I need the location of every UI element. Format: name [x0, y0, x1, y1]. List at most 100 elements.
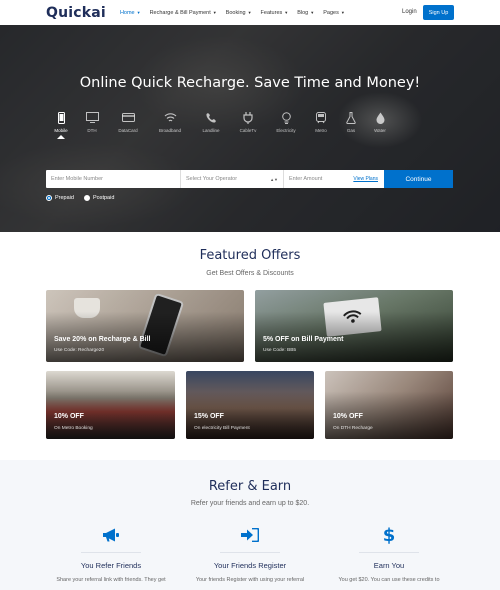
login-link[interactable]: Login: [402, 9, 417, 15]
tab-metro-label: Metro: [315, 128, 327, 133]
logo[interactable]: Quickai: [46, 5, 106, 21]
refer-step-title: Earn You: [373, 561, 405, 570]
prepaid-radio[interactable]: Prepaid: [46, 195, 74, 201]
offer-title: 10% OFF: [333, 413, 363, 420]
featured-offers-subtitle: Get Best Offers & Discounts: [206, 270, 294, 277]
refer-step-desc: Share your referral link with friends. T…: [56, 577, 166, 583]
tab-broadband-label: Broadband: [158, 128, 182, 133]
nav-recharge[interactable]: Recharge & Bill Payment ▼: [150, 10, 217, 16]
nav-booking[interactable]: Booking ▼: [226, 10, 252, 16]
tab-dth-label: DTH: [87, 128, 97, 133]
chevron-down-icon: ▼: [340, 10, 345, 15]
postpaid-radio[interactable]: Postpaid: [83, 195, 115, 201]
radio-unchecked-icon: [83, 195, 90, 201]
flask-icon: [344, 111, 358, 124]
tab-datacard-label: DataCard: [118, 128, 138, 133]
top-navbar: Quickai Home ▼ Recharge & Bill Payment ▼ B…: [0, 0, 500, 25]
offer-subtitle: Use Code: BB5: [263, 348, 297, 353]
radio-checked-icon: [46, 195, 52, 201]
postpaid-label: Postpaid: [92, 195, 115, 201]
chevron-down-icon: ▼: [310, 10, 315, 15]
chevron-down-icon: ▲▼: [270, 176, 278, 182]
tab-landline[interactable]: Landline: [196, 111, 226, 133]
nav-pages-label: Pages: [323, 9, 339, 16]
nav-pages[interactable]: Pages ▼: [323, 10, 345, 16]
refer-step-3: $ Earn You You get $20. You can use thes…: [324, 525, 454, 584]
refer-subtitle: Refer your friends and earn up to $20.: [190, 500, 310, 507]
service-tabs: Mobile DTH DataCard Broadband Landline C…: [46, 111, 396, 139]
refer-earn-section: Refer & Earn Refer your friends and earn…: [0, 460, 500, 590]
tab-broadband[interactable]: Broadband: [155, 111, 185, 133]
plan-type-radios: Prepaid Postpaid: [46, 195, 114, 201]
divider: [359, 552, 419, 553]
offer-card-metro[interactable]: 10% OFF On Metro Booking: [46, 371, 175, 439]
tv-icon: [85, 111, 99, 124]
continue-button[interactable]: Continue: [384, 170, 453, 188]
signup-button[interactable]: Sign Up: [423, 5, 454, 20]
refer-title: Refer & Earn: [208, 479, 292, 494]
main-menu: Home ▼ Recharge & Bill Payment ▼ Booking ▼ …: [120, 10, 354, 16]
tab-electricity-label: Electricity: [276, 128, 296, 133]
lightbulb-icon: [279, 111, 293, 124]
nav-booking-label: Booking: [225, 9, 246, 16]
view-plans-link[interactable]: View Plans: [353, 176, 378, 182]
bullhorn-icon: [102, 526, 120, 544]
chevron-down-icon: ▼: [247, 10, 252, 15]
nav-home-label: Home: [119, 9, 135, 16]
tab-gas[interactable]: Gas: [336, 111, 366, 133]
tab-cabletv-label: CableTv: [239, 128, 257, 133]
offer-title: 15% OFF: [194, 413, 224, 420]
prepaid-label: Prepaid: [55, 195, 74, 201]
phone-icon: [204, 111, 218, 124]
offer-card-bill-payment[interactable]: 5% OFF on Bill Payment Use Code: BB5: [255, 290, 453, 362]
offer-subtitle: On Metro Booking: [54, 426, 93, 431]
refer-step-desc: You get $20. You can use these credits t…: [338, 577, 440, 583]
plug-icon: [241, 111, 255, 124]
chevron-down-icon: ▼: [136, 10, 141, 15]
offer-title: 5% OFF on Bill Payment: [263, 336, 344, 343]
featured-offers-title: Featured Offers: [199, 248, 301, 263]
sign-in-icon: [241, 526, 259, 544]
offer-title: 10% OFF: [54, 413, 84, 420]
tab-water-label: Water: [374, 128, 386, 133]
tab-landline-label: Landline: [202, 128, 220, 133]
operator-placeholder: Select Your Operator: [186, 176, 238, 182]
offer-subtitle: Use Code: Recharge20: [54, 348, 105, 353]
nav-home[interactable]: Home ▼: [120, 10, 141, 16]
nav-features-label: Features: [260, 9, 283, 16]
amount-input[interactable]: Enter Amount View Plans: [284, 170, 384, 188]
tab-mobile-label: Mobile: [54, 128, 68, 133]
tab-cabletv[interactable]: CableTv: [233, 111, 263, 133]
mobile-icon: [54, 111, 68, 124]
wifi-icon: [163, 111, 177, 124]
refer-step-title: You Refer Friends: [80, 561, 142, 570]
hero-section: Online Quick Recharge. Save Time and Mon…: [0, 25, 500, 232]
amount-placeholder: Enter Amount: [289, 176, 323, 182]
tab-metro[interactable]: Metro: [306, 111, 336, 133]
nav-blog[interactable]: Blog ▼: [297, 10, 314, 16]
water-drop-icon: [373, 111, 387, 124]
refer-step-2: Your Friends Register Your friends Regis…: [185, 526, 315, 583]
tab-electricity[interactable]: Electricity: [271, 111, 301, 133]
tab-mobile[interactable]: Mobile: [46, 111, 76, 139]
recharge-form: Enter Mobile Number Select Your Operator…: [46, 170, 453, 188]
offer-card-electricity[interactable]: 15% OFF On electricity Bill Payment: [186, 371, 314, 439]
operator-select[interactable]: Select Your Operator ▲▼: [181, 170, 284, 188]
tab-datacard[interactable]: DataCard: [113, 111, 143, 133]
offer-subtitle: On electricity Bill Payment: [194, 426, 250, 431]
offer-title: Save 20% on Recharge & Bill: [54, 336, 151, 343]
refer-step-desc: Your friends Register with using your re…: [195, 577, 305, 583]
train-icon: [314, 111, 328, 124]
offer-subtitle: On DTH Recharge: [333, 426, 373, 431]
chevron-down-icon: ▼: [284, 10, 289, 15]
hero-title: Online Quick Recharge. Save Time and Mon…: [79, 75, 421, 91]
refer-step-1: You Refer Friends Share your referral li…: [46, 526, 176, 583]
credit-card-icon: [121, 111, 135, 124]
offer-card-dth[interactable]: 10% OFF On DTH Recharge: [325, 371, 453, 439]
nav-features[interactable]: Features ▼: [261, 10, 289, 16]
offer-card-recharge[interactable]: Save 20% on Recharge & Bill Use Code: Re…: [46, 290, 244, 362]
tab-dth[interactable]: DTH: [77, 111, 107, 133]
mobile-number-input[interactable]: Enter Mobile Number: [46, 170, 181, 188]
tab-water[interactable]: Water: [365, 111, 395, 133]
nav-recharge-label: Recharge & Bill Payment: [149, 9, 211, 16]
